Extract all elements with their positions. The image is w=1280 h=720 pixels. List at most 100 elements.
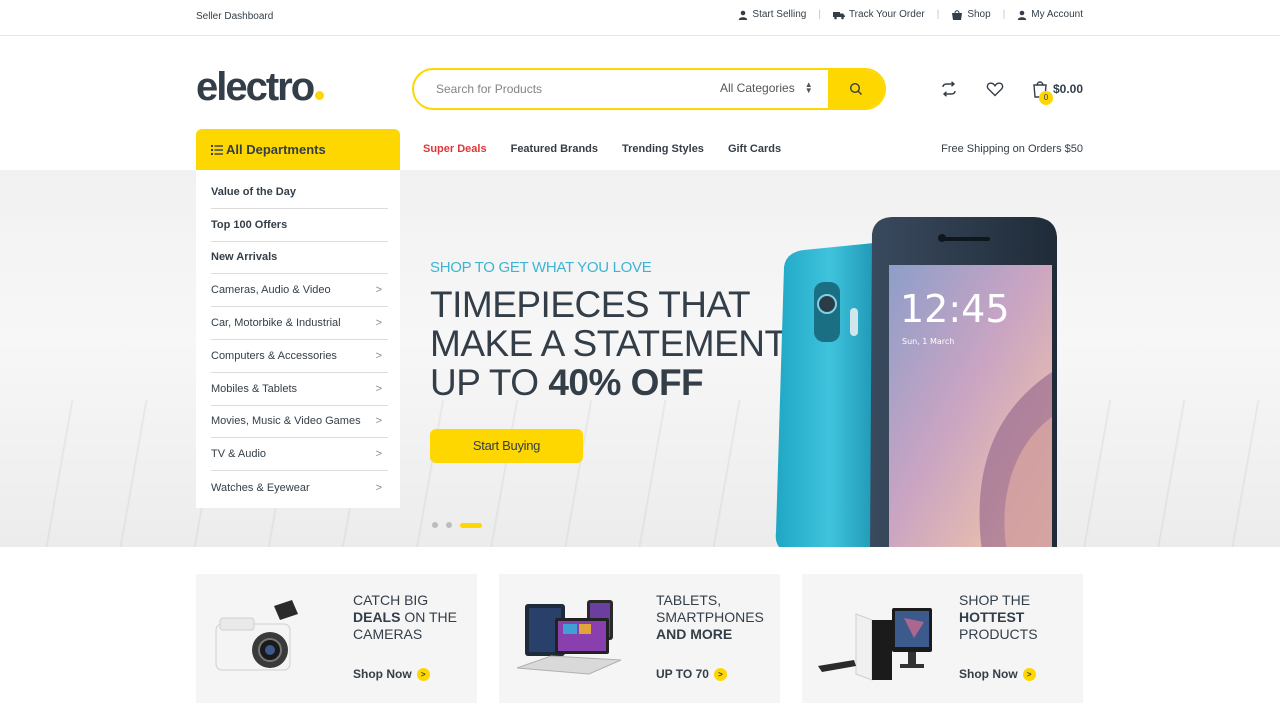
dept-label: Car, Motorbike & Industrial — [211, 317, 341, 330]
hero-headline: TIMEPIECES THAT MAKE A STATEMENT UP TO 4… — [430, 285, 787, 402]
promo-line2-rest: ON THE — [400, 609, 457, 625]
nav-super-deals[interactable]: Super Deals — [423, 143, 487, 155]
promo-line3: PRODUCTS — [959, 626, 1038, 642]
slider-dot-2[interactable] — [446, 522, 452, 528]
separator: | — [1002, 9, 1006, 20]
nav-gift-cards[interactable]: Gift Cards — [728, 143, 781, 155]
search-button[interactable] — [828, 70, 884, 108]
dept-value-of-the-day[interactable]: Value of the Day — [211, 176, 388, 209]
promo-text: SHOP THE HOTTEST PRODUCTS — [959, 592, 1038, 643]
smartphone-image: 12:45 Sun, 1 March — [775, 217, 1057, 547]
dept-car-motorbike-industrial[interactable]: Car, Motorbike & Industrial > — [211, 307, 388, 340]
my-account-link[interactable]: My Account — [1017, 9, 1083, 20]
user-icon — [739, 10, 748, 20]
hero-subtitle: SHOP TO GET WHAT YOU LOVE — [430, 259, 652, 276]
shop-now-link[interactable]: Shop Now > — [959, 667, 1036, 681]
hero-slider: SHOP TO GET WHAT YOU LOVE TIMEPIECES THA… — [0, 170, 1280, 547]
dept-label: Cameras, Audio & Video — [211, 284, 331, 297]
hero-discount: 40% OFF — [548, 362, 704, 403]
my-account-label: My Account — [1031, 9, 1083, 20]
shop-link[interactable]: Shop — [951, 9, 991, 20]
dept-cameras-audio-video[interactable]: Cameras, Audio & Video > — [211, 274, 388, 308]
select-arrows-icon: ▲ ▼ — [804, 80, 813, 95]
promo-line3: AND MORE — [656, 626, 733, 642]
all-departments-label: All Departments — [226, 142, 326, 157]
promo-line3: CAMERAS — [353, 626, 423, 642]
logo-text: electro — [196, 65, 315, 109]
up-to-70-link[interactable]: UP TO 70 > — [656, 667, 727, 681]
heart-icon — [986, 82, 1004, 97]
category-select-value: All Categories — [720, 81, 795, 95]
list-icon — [211, 144, 223, 155]
dept-top-100-offers[interactable]: Top 100 Offers — [211, 209, 388, 242]
camera-flash — [850, 308, 858, 336]
shop-now-link[interactable]: Shop Now > — [353, 667, 430, 681]
track-order-label: Track Your Order — [848, 9, 925, 20]
promo-banner-tablets[interactable]: TABLETS, SMARTPHONES AND MORE UP TO 70 > — [499, 574, 780, 703]
promo-text: TABLETS, SMARTPHONES AND MORE — [656, 592, 764, 643]
seller-dashboard-link[interactable]: Seller Dashboard — [196, 11, 273, 22]
cart-count-badge: 0 — [1039, 91, 1053, 105]
arrow-right-circle-icon: > — [713, 667, 727, 681]
cart-bag-icon: 0 — [1032, 80, 1053, 105]
dept-computers-accessories[interactable]: Computers & Accessories > — [211, 340, 388, 373]
slider-dot-3-active[interactable] — [460, 522, 482, 528]
shop-now-label: Shop Now — [959, 667, 1018, 681]
arrow-right-circle-icon: > — [1022, 667, 1036, 681]
search-input[interactable] — [436, 80, 706, 98]
phone-front-camera — [938, 234, 946, 242]
electro-logo[interactable]: electro — [196, 64, 325, 110]
track-order-link[interactable]: Track Your Order — [832, 9, 925, 20]
slider-dot-1[interactable] — [432, 522, 438, 528]
promo-banner-cameras[interactable]: CATCH BIG DEALS ON THE CAMERAS Shop Now > — [196, 574, 477, 703]
start-selling-link[interactable]: Start Selling — [738, 9, 806, 20]
dept-label: New Arrivals — [211, 251, 278, 264]
hero-headline-line3-prefix: UP TO — [430, 362, 549, 403]
phone-clock: 12:45 — [900, 287, 1010, 331]
dept-watches-eyewear[interactable]: Watches & Eyewear > — [211, 471, 388, 504]
promo-line1: SHOP THE — [959, 592, 1031, 608]
arrow-right-circle-icon: > — [416, 667, 430, 681]
chevron-right-icon: > — [375, 415, 382, 428]
compare-button[interactable] — [940, 80, 958, 98]
search-bar: All Categories ▲▼ — [412, 68, 886, 110]
start-buying-button[interactable]: Start Buying — [430, 429, 583, 463]
dept-mobiles-tablets[interactable]: Mobiles & Tablets > — [211, 373, 388, 406]
camera-lens — [817, 294, 837, 314]
wishlist-button[interactable] — [986, 80, 1004, 98]
promo-banner-hottest[interactable]: SHOP THE HOTTEST PRODUCTS Shop Now > — [802, 574, 1083, 703]
bag-icon — [952, 9, 963, 20]
camera-image — [215, 600, 298, 671]
desktop-image — [818, 608, 932, 681]
chevron-right-icon: > — [375, 317, 382, 330]
promo-line1: CATCH BIG — [353, 592, 429, 608]
start-selling-label: Start Selling — [752, 9, 807, 20]
phone-date: Sun, 1 March — [902, 337, 954, 346]
chevron-right-icon: > — [375, 284, 382, 297]
dept-new-arrivals[interactable]: New Arrivals — [211, 242, 388, 275]
up-to-70-label: UP TO 70 — [656, 667, 709, 681]
chevron-right-icon: > — [375, 448, 382, 461]
chevron-right-icon: > — [375, 382, 382, 395]
cart-button[interactable]: 0 $0.00 — [1032, 80, 1084, 105]
all-departments-button[interactable]: All Departments — [196, 129, 400, 170]
search-icon — [849, 82, 862, 95]
logo-dot — [315, 91, 325, 100]
category-select[interactable]: All Categories ▲ ▼ — [720, 80, 813, 96]
chevron-right-icon: > — [375, 349, 382, 362]
dept-label: Value of the Day — [211, 185, 296, 198]
dept-tv-audio[interactable]: TV & Audio > — [211, 438, 388, 472]
shop-label: Shop — [967, 9, 991, 20]
nav-trending-styles[interactable]: Trending Styles — [622, 143, 704, 155]
dept-label: Movies, Music & Video Games — [211, 415, 361, 428]
promo-line2-bold: DEALS — [353, 609, 401, 625]
dept-movies-music-video-games[interactable]: Movies, Music & Video Games > — [211, 406, 388, 439]
cart-total: $0.00 — [1053, 82, 1084, 96]
dept-label: Computers & Accessories — [211, 349, 337, 362]
truck-icon — [832, 11, 845, 19]
nav-featured-brands[interactable]: Featured Brands — [511, 143, 598, 155]
departments-menu: Value of the Day Top 100 Offers New Arri… — [196, 170, 400, 508]
chevron-right-icon: > — [375, 481, 382, 494]
compare-icon — [942, 81, 956, 97]
user-icon — [1018, 10, 1027, 20]
